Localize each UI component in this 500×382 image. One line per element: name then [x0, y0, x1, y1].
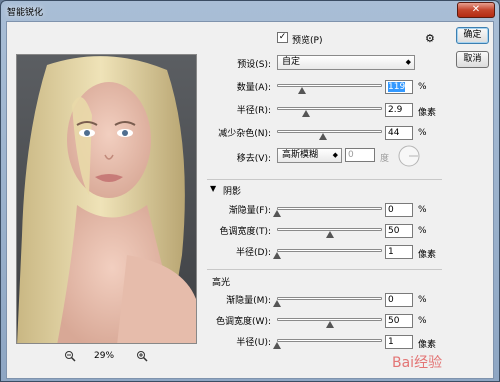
- select-arrow-icon: ◆: [405, 58, 411, 66]
- main-param-slider-track[interactable]: [277, 107, 382, 110]
- dialog-body: 29% ✓ 预览(P) ⚙ 确定 取消 预设(S): 自定 ◆ 数量(A): 11…: [6, 21, 494, 379]
- preset-value: 自定: [282, 57, 301, 67]
- preset-label: 预设(S):: [237, 60, 271, 70]
- highlight-param-value: 0: [388, 295, 394, 305]
- highlight-param-label: 渐隐量(M):: [226, 296, 271, 306]
- preview-label: 预览(P): [292, 36, 323, 46]
- shadow-param-slider-thumb[interactable]: [273, 252, 281, 259]
- main-param-unit: 像素: [418, 108, 437, 118]
- collapse-triangle-icon[interactable]: ▼: [210, 184, 216, 193]
- remove-value: 高斯模糊: [282, 150, 319, 160]
- cancel-button[interactable]: 取消: [456, 51, 489, 68]
- highlight-param-label: 色调宽度(W):: [216, 317, 271, 327]
- highlight-param-input[interactable]: 1: [385, 335, 413, 349]
- main-param-input[interactable]: 44: [385, 126, 413, 140]
- shadow-param-slider-track[interactable]: [277, 207, 382, 210]
- zoom-level: 29%: [94, 351, 115, 361]
- title-bar[interactable]: 智能锐化 ✕: [1, 1, 499, 21]
- highlight-param-input[interactable]: 50: [385, 314, 413, 328]
- shadow-param-value: 50: [388, 226, 400, 236]
- shadow-param-label: 色调宽度(T):: [219, 227, 271, 237]
- main-param-label: 数量(A):: [236, 83, 271, 93]
- watermark-text: Bai经验: [392, 355, 443, 371]
- highlight-param-slider-track[interactable]: [277, 297, 382, 300]
- shadow-param-unit: %: [418, 205, 427, 215]
- shadow-param-unit: %: [418, 226, 427, 236]
- divider: [207, 179, 442, 180]
- shadow-param-input[interactable]: 0: [385, 203, 413, 217]
- highlight-param-unit: 像素: [418, 340, 437, 350]
- portrait-photo: [17, 55, 196, 343]
- remove-label: 移去(V):: [236, 154, 271, 164]
- highlight-param-unit: %: [418, 295, 427, 305]
- remove-select[interactable]: 高斯模糊 ◆: [277, 148, 342, 163]
- divider: [207, 269, 442, 270]
- shadow-param-slider-thumb[interactable]: [273, 210, 281, 217]
- zoom-controls: 29%: [64, 350, 164, 364]
- angle-dial-icon[interactable]: [397, 144, 421, 168]
- highlight-param-slider-track[interactable]: [277, 339, 382, 342]
- settings-gear-icon[interactable]: ⚙: [425, 32, 435, 45]
- zoom-in-icon[interactable]: [136, 350, 148, 365]
- shadow-param-input[interactable]: 1: [385, 245, 413, 259]
- main-param-slider-track[interactable]: [277, 84, 382, 87]
- highlight-param-value: 50: [388, 316, 400, 326]
- angle-unit: 度: [380, 154, 390, 164]
- main-param-input[interactable]: 119: [385, 80, 413, 94]
- highlight-param-value: 1: [388, 337, 394, 347]
- main-param-unit: %: [418, 82, 427, 92]
- shadow-param-input[interactable]: 50: [385, 224, 413, 238]
- smart-sharpen-dialog: 智能锐化 ✕ 29% ✓ 预览(P) ⚙ 确定 取消 预设(S): 自定 ◆ 数…: [0, 0, 500, 382]
- highlight-section-title: 高光: [212, 278, 231, 288]
- preset-select[interactable]: 自定 ◆: [277, 55, 415, 70]
- highlight-param-unit: %: [418, 316, 427, 326]
- main-param-label: 减少杂色(N):: [218, 129, 271, 139]
- zoom-out-icon[interactable]: [64, 350, 76, 365]
- angle-input[interactable]: 0: [345, 148, 375, 162]
- highlight-param-slider-thumb[interactable]: [273, 342, 281, 349]
- highlight-param-label: 半径(U):: [236, 338, 271, 348]
- main-param-unit: %: [418, 128, 427, 138]
- highlight-param-input[interactable]: 0: [385, 293, 413, 307]
- highlight-param-slider-thumb[interactable]: [325, 321, 334, 328]
- highlight-param-slider-thumb[interactable]: [273, 300, 281, 307]
- ok-button[interactable]: 确定: [456, 27, 489, 44]
- main-param-slider-track[interactable]: [277, 130, 382, 133]
- main-param-slider-thumb[interactable]: [302, 110, 311, 117]
- close-button[interactable]: ✕: [457, 2, 495, 18]
- shadow-param-unit: 像素: [418, 250, 437, 260]
- shadow-param-value: 0: [388, 205, 394, 215]
- main-param-value: 2.9: [388, 105, 403, 115]
- window-title: 智能锐化: [7, 8, 44, 18]
- main-param-label: 半径(R):: [236, 106, 271, 116]
- main-param-slider-thumb[interactable]: [298, 87, 307, 94]
- select-arrow-icon: ◆: [332, 151, 338, 159]
- shadow-section-title: 阴影: [223, 187, 242, 197]
- shadow-param-label: 渐隐量(F):: [228, 206, 271, 216]
- shadow-param-slider-thumb[interactable]: [325, 231, 334, 238]
- main-param-value: 44: [388, 128, 400, 138]
- shadow-param-label: 半径(D):: [236, 248, 271, 258]
- main-param-value: 119: [388, 82, 406, 92]
- main-param-slider-thumb[interactable]: [319, 133, 328, 140]
- shadow-param-value: 1: [388, 247, 394, 257]
- preview-image[interactable]: [16, 54, 197, 344]
- preview-checkbox[interactable]: ✓: [277, 32, 288, 43]
- shadow-param-slider-track[interactable]: [277, 249, 382, 252]
- main-param-input[interactable]: 2.9: [385, 103, 413, 117]
